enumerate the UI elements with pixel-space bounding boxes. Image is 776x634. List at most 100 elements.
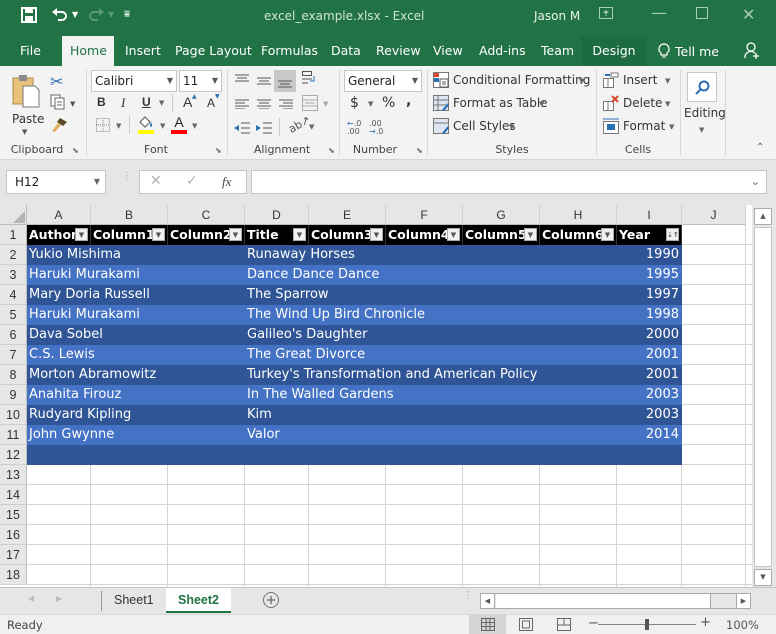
add-sheet-icon[interactable] xyxy=(262,591,280,612)
tab-review[interactable]: Review xyxy=(368,36,429,66)
cell-author[interactable]: Dava Sobel xyxy=(27,325,103,345)
zoom-level[interactable]: 100% xyxy=(726,618,759,632)
horizontal-scroll-thumb[interactable] xyxy=(496,594,711,608)
undo-icon[interactable] xyxy=(51,6,69,26)
clipboard-launcher-icon[interactable]: ⬊ xyxy=(72,146,79,155)
scroll-right-button[interactable]: ▶ xyxy=(736,594,750,608)
currency-dropdown-icon[interactable]: ▼ xyxy=(368,100,373,108)
fill-color-icon[interactable] xyxy=(137,116,155,137)
increase-decimal-icon[interactable]: ←.0.00 xyxy=(347,120,361,136)
cell-year[interactable]: 2001 xyxy=(617,345,682,365)
filter-dropdown-icon[interactable]: ▼ xyxy=(524,228,537,241)
tab-team[interactable]: Team xyxy=(533,36,582,66)
formula-bar-grip-icon[interactable]: ⋮ xyxy=(122,172,132,182)
shrink-font-button[interactable]: A xyxy=(207,96,215,110)
minimize-icon[interactable]: — xyxy=(651,3,667,22)
row-header-8[interactable]: 8 xyxy=(0,365,27,385)
row-header-4[interactable]: 4 xyxy=(0,285,27,305)
table-header-column4[interactable]: Column4 ▼ xyxy=(386,225,463,245)
table-row[interactable]: C.S. Lewis The Great Divorce 2001 xyxy=(27,345,682,365)
font-color-button[interactable]: A xyxy=(171,114,187,130)
insert-function-button[interactable]: fx xyxy=(222,174,231,190)
row-header-5[interactable]: 5 xyxy=(0,305,27,325)
number-format-select[interactable]: General ▼ xyxy=(344,70,422,92)
tab-design[interactable]: Design xyxy=(581,36,647,66)
paste-button[interactable]: Paste ▼ xyxy=(8,72,44,136)
column-header-j[interactable]: J xyxy=(682,205,746,225)
close-icon[interactable]: ✕ xyxy=(742,5,755,24)
filter-dropdown-icon[interactable]: ▼ xyxy=(447,228,460,241)
cell-author[interactable]: Anahita Firouz xyxy=(27,385,121,405)
table-row[interactable]: Rudyard Kipling Kim 2003 xyxy=(27,405,682,425)
cell-year[interactable]: 1997 xyxy=(617,285,682,305)
cell-author[interactable]: Haruki Murakami xyxy=(27,265,140,285)
enter-icon[interactable]: ✓ xyxy=(186,173,198,189)
row-header-9[interactable]: 9 xyxy=(0,385,27,405)
cell-author[interactable]: John Gwynne xyxy=(27,425,114,445)
row-header-18[interactable]: 18 xyxy=(0,565,27,585)
merge-dropdown-icon[interactable]: ▼ xyxy=(323,100,328,108)
spreadsheet-grid[interactable]: ABCDEFGHIJ 1 2 3 4 5 6 7 8 9 10 11 12 13 14 15 16 17 18 A… xyxy=(0,205,752,587)
tab-page-layout[interactable]: Page Layout xyxy=(167,36,260,66)
table-header-year[interactable]: Year ⇣↑ xyxy=(617,225,682,245)
column-header-f[interactable]: F xyxy=(386,205,463,225)
sheet-tab-sheet1[interactable]: Sheet1 xyxy=(102,588,166,613)
tab-home[interactable]: Home xyxy=(62,36,114,66)
filter-dropdown-icon[interactable]: ▼ xyxy=(75,228,88,241)
row-header-14[interactable]: 14 xyxy=(0,485,27,505)
cell-title[interactable]: Runaway Horses xyxy=(245,245,355,265)
wrap-text-icon[interactable] xyxy=(302,71,318,90)
fill-color-dropdown-icon[interactable]: ▼ xyxy=(160,122,165,130)
percent-button[interactable]: % xyxy=(382,95,395,111)
table-header-column3[interactable]: Column3 ▼ xyxy=(309,225,386,245)
page-break-view-icon[interactable] xyxy=(557,618,571,634)
column-header-d[interactable]: D xyxy=(245,205,309,225)
italic-button[interactable]: I xyxy=(121,95,125,111)
cell-title[interactable]: Dance Dance Dance xyxy=(245,265,379,285)
borders-icon[interactable] xyxy=(96,118,110,135)
name-box[interactable]: H12 ▼ xyxy=(6,170,106,194)
share-icon[interactable] xyxy=(744,42,760,63)
row-header-12[interactable]: 12 xyxy=(0,445,27,465)
normal-view-button[interactable] xyxy=(469,615,506,634)
font-color-dropdown-icon[interactable]: ▼ xyxy=(192,122,197,130)
editing-button[interactable]: Editing ▼ xyxy=(684,70,726,140)
alignment-launcher-icon[interactable]: ⬊ xyxy=(328,146,335,155)
vertical-scrollbar[interactable]: ▲ ▼ xyxy=(752,205,776,587)
orientation-dropdown-icon[interactable]: ▼ xyxy=(309,123,314,131)
cell-title[interactable]: Valor xyxy=(245,425,280,445)
decrease-indent-icon[interactable] xyxy=(234,122,250,137)
horizontal-scrollbar[interactable]: ◀ ▶ xyxy=(480,593,751,609)
table-row[interactable]: Yukio Mishima Runaway Horses 1990 xyxy=(27,245,682,265)
table-header-column2[interactable]: Column2 ▼ xyxy=(168,225,245,245)
filter-dropdown-icon[interactable]: ▼ xyxy=(152,228,165,241)
paste-dropdown-icon[interactable]: ▼ xyxy=(22,128,27,136)
expand-formula-bar-icon[interactable]: ⌄ xyxy=(751,175,760,188)
row-header-13[interactable]: 13 xyxy=(0,465,27,485)
row-header-16[interactable]: 16 xyxy=(0,525,27,545)
column-header-b[interactable]: B xyxy=(91,205,168,225)
bottom-align-button[interactable] xyxy=(274,70,296,92)
table-row[interactable]: Haruki Murakami The Wind Up Bird Chronicl… xyxy=(27,305,682,325)
format-painter-icon[interactable] xyxy=(50,117,68,136)
font-name-select[interactable]: Calibri ▼ xyxy=(91,70,177,92)
cell-year[interactable]: 2001 xyxy=(617,365,682,385)
column-header-h[interactable]: H xyxy=(540,205,617,225)
cell-title[interactable]: The Great Divorce xyxy=(245,345,365,365)
cell-year[interactable]: 1998 xyxy=(617,305,682,325)
scroll-left-button[interactable]: ◀ xyxy=(481,594,495,608)
tab-add-ins[interactable]: Add-ins xyxy=(471,36,534,66)
undo-dropdown-icon[interactable]: ▼ xyxy=(72,10,78,19)
align-center-icon[interactable] xyxy=(257,98,271,112)
row-header-3[interactable]: 3 xyxy=(0,265,27,285)
collapse-ribbon-icon[interactable]: ⌃ xyxy=(756,142,764,153)
cell-year[interactable]: 2000 xyxy=(617,325,682,345)
user-name[interactable]: Jason M xyxy=(534,9,580,23)
table-header-column5[interactable]: Column5 ▼ xyxy=(463,225,540,245)
redo-icon[interactable] xyxy=(87,6,105,26)
cell-author[interactable]: Yukio Mishima xyxy=(27,245,121,265)
underline-button[interactable]: U xyxy=(142,95,151,109)
bold-button[interactable]: B xyxy=(97,95,106,109)
maximize-icon[interactable] xyxy=(696,7,708,23)
cell-author[interactable]: Morton Abramowitz xyxy=(27,365,156,385)
